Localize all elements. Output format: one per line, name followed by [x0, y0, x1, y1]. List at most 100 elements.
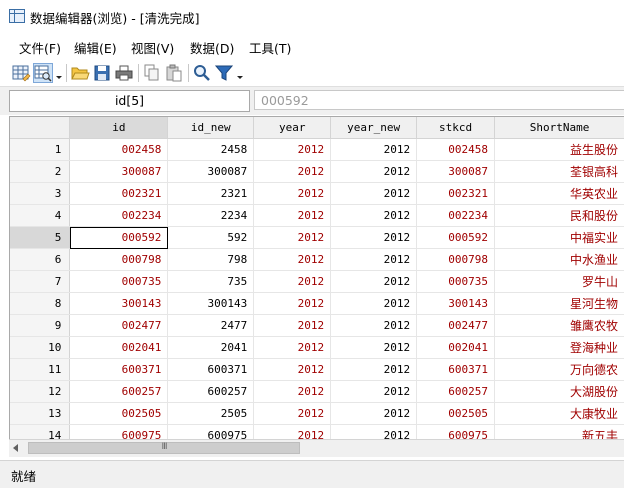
- column-header-shortname[interactable]: ShortName: [494, 117, 624, 139]
- cell-stkcd[interactable]: 300143: [416, 292, 496, 315]
- menu-view[interactable]: 视图(V): [131, 38, 174, 57]
- cell-year[interactable]: 2012: [253, 204, 332, 227]
- cell-stkcd[interactable]: 002505: [416, 402, 496, 425]
- cell-id-new[interactable]: 2477: [167, 314, 255, 337]
- cell-stkcd[interactable]: 002234: [416, 204, 496, 227]
- cell-year-new[interactable]: 2012: [330, 270, 418, 293]
- filter-icon[interactable]: [214, 63, 234, 83]
- cell-year[interactable]: 2012: [253, 270, 332, 293]
- cell-year[interactable]: 2012: [253, 226, 332, 249]
- cell-shortname[interactable]: 万向德农: [494, 358, 624, 381]
- cell-id-new[interactable]: 600371: [167, 358, 255, 381]
- cell-shortname[interactable]: 中福实业: [494, 226, 624, 249]
- scrollbar-thumb[interactable]: III: [28, 442, 300, 454]
- cell-id-new[interactable]: 2321: [167, 182, 255, 205]
- cell-id[interactable]: 002477: [69, 314, 169, 337]
- cell-year-new[interactable]: 2012: [330, 336, 418, 359]
- column-header-year[interactable]: year: [253, 117, 332, 139]
- cell-id-new[interactable]: 592: [167, 226, 255, 249]
- cell-year[interactable]: 2012: [253, 358, 332, 381]
- cell-id[interactable]: 000798: [69, 248, 169, 271]
- scroll-left-icon[interactable]: [13, 444, 18, 452]
- cell-stkcd[interactable]: 000798: [416, 248, 496, 271]
- cell-id[interactable]: 600257: [69, 380, 169, 403]
- cell-year-new[interactable]: 2012: [330, 138, 418, 161]
- cell-shortname[interactable]: 雏鹰农牧: [494, 314, 624, 337]
- row-number[interactable]: 8: [10, 292, 71, 315]
- cell-id-new[interactable]: 798: [167, 248, 255, 271]
- cell-id[interactable]: 002234: [69, 204, 169, 227]
- cell-year-new[interactable]: 2012: [330, 402, 418, 425]
- cell-id[interactable]: 600975: [69, 424, 169, 440]
- cell-year-new[interactable]: 2012: [330, 160, 418, 183]
- cell-year[interactable]: 2012: [253, 314, 332, 337]
- cell-shortname[interactable]: 罗牛山: [494, 270, 624, 293]
- print-icon[interactable]: [114, 63, 134, 83]
- row-number[interactable]: 3: [10, 182, 71, 205]
- save-icon[interactable]: [92, 63, 112, 83]
- cell-shortname[interactable]: 新五丰: [494, 424, 624, 440]
- cell-id[interactable]: 600371: [69, 358, 169, 381]
- cell-year[interactable]: 2012: [253, 424, 332, 440]
- cell-id-new[interactable]: 2041: [167, 336, 255, 359]
- cell-year-new[interactable]: 2012: [330, 292, 418, 315]
- open-folder-icon[interactable]: [70, 63, 90, 83]
- row-number[interactable]: 1: [10, 138, 71, 161]
- cell-year-new[interactable]: 2012: [330, 358, 418, 381]
- row-number[interactable]: 7: [10, 270, 71, 293]
- cell-year[interactable]: 2012: [253, 336, 332, 359]
- cell-stkcd[interactable]: 002477: [416, 314, 496, 337]
- cell-year[interactable]: 2012: [253, 248, 332, 271]
- cell-id[interactable]: 000735: [69, 270, 169, 293]
- row-number[interactable]: 13: [10, 402, 71, 425]
- cell-id-new[interactable]: 2458: [167, 138, 255, 161]
- menu-tools[interactable]: 工具(T): [249, 38, 291, 57]
- cell-stkcd[interactable]: 600975: [416, 424, 496, 440]
- cell-year[interactable]: 2012: [253, 402, 332, 425]
- cell-year[interactable]: 2012: [253, 138, 332, 161]
- cell-value-field[interactable]: 000592: [254, 90, 624, 110]
- cell-id[interactable]: 300087: [69, 160, 169, 183]
- column-header-id-new[interactable]: id_new: [167, 117, 255, 139]
- cell-id[interactable]: 002505: [69, 402, 169, 425]
- row-number[interactable]: 4: [10, 204, 71, 227]
- menu-data[interactable]: 数据(D): [190, 38, 234, 57]
- cell-id[interactable]: 002041: [69, 336, 169, 359]
- cell-stkcd[interactable]: 000735: [416, 270, 496, 293]
- cell-year-new[interactable]: 2012: [330, 314, 418, 337]
- cell-year[interactable]: 2012: [253, 160, 332, 183]
- variable-name-box[interactable]: id[5]: [9, 90, 250, 112]
- cell-shortname[interactable]: 大康牧业: [494, 402, 624, 425]
- dropdown-arrow-icon[interactable]: [235, 63, 245, 83]
- row-number[interactable]: 12: [10, 380, 71, 403]
- cell-id-new[interactable]: 300143: [167, 292, 255, 315]
- cell-id[interactable]: 002458: [69, 138, 169, 161]
- cell-shortname[interactable]: 星河生物: [494, 292, 624, 315]
- data-editor-browse-icon[interactable]: [33, 63, 53, 83]
- cell-id-new[interactable]: 300087: [167, 160, 255, 183]
- row-number[interactable]: 2: [10, 160, 71, 183]
- cell-id[interactable]: 300143: [69, 292, 169, 315]
- cell-shortname[interactable]: 大湖股份: [494, 380, 624, 403]
- cell-id[interactable]: 002321: [69, 182, 169, 205]
- copy-icon[interactable]: [142, 63, 162, 83]
- cell-id-new[interactable]: 600257: [167, 380, 255, 403]
- cell-year-new[interactable]: 2012: [330, 204, 418, 227]
- column-header-stkcd[interactable]: stkcd: [416, 117, 496, 139]
- cell-stkcd[interactable]: 600257: [416, 380, 496, 403]
- cell-id-new[interactable]: 2505: [167, 402, 255, 425]
- dropdown-arrow-icon[interactable]: [54, 63, 64, 83]
- cell-stkcd[interactable]: 600371: [416, 358, 496, 381]
- menu-edit[interactable]: 编辑(E): [74, 38, 117, 57]
- cell-shortname[interactable]: 荃银高科: [494, 160, 624, 183]
- cell-shortname[interactable]: 民和股份: [494, 204, 624, 227]
- row-number[interactable]: 10: [10, 336, 71, 359]
- cell-stkcd[interactable]: 002041: [416, 336, 496, 359]
- column-header-id[interactable]: id: [69, 117, 169, 139]
- column-header-year-new[interactable]: year_new: [330, 117, 418, 139]
- data-grid[interactable]: id id_new year year_new stkcd ShortName …: [9, 116, 624, 440]
- row-number[interactable]: 6: [10, 248, 71, 271]
- cell-year-new[interactable]: 2012: [330, 424, 418, 440]
- menu-file[interactable]: 文件(F): [19, 38, 61, 57]
- paste-icon[interactable]: [164, 63, 184, 83]
